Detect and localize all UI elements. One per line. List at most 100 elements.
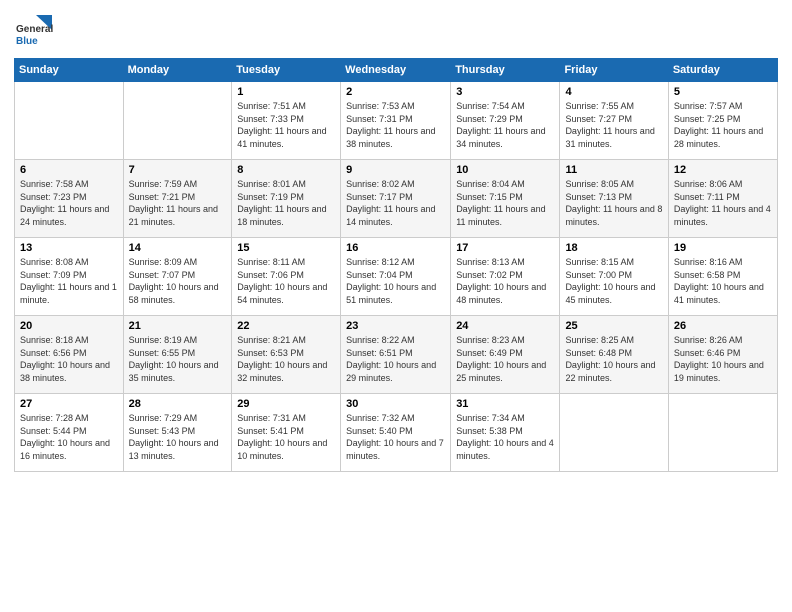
day-info: Sunrise: 8:05 AM Sunset: 7:13 PM Dayligh… (565, 178, 662, 228)
calendar-cell: 10 Sunrise: 8:04 AM Sunset: 7:15 PM Dayli… (451, 160, 560, 238)
calendar-cell: 21 Sunrise: 8:19 AM Sunset: 6:55 PM Dayli… (123, 316, 232, 394)
calendar-cell: 16Sunrise: 8:12 AM Sunset: 7:04 PM Dayli… (341, 238, 451, 316)
calendar-cell: 14 Sunrise: 8:09 AM Sunset: 7:07 PM Dayli… (123, 238, 232, 316)
calendar-cell: 17 Sunrise: 8:13 AM Sunset: 7:02 PM Dayli… (451, 238, 560, 316)
day-info: Sunrise: 7:32 AM Sunset: 5:40 PM Dayligh… (346, 412, 445, 462)
calendar-cell (15, 82, 124, 160)
calendar-cell: 28Sunrise: 7:29 AM Sunset: 5:43 PM Dayli… (123, 394, 232, 472)
day-info: Sunrise: 8:02 AM Sunset: 7:17 PM Dayligh… (346, 178, 445, 228)
calendar-cell: 20 Sunrise: 8:18 AM Sunset: 6:56 PM Dayli… (15, 316, 124, 394)
day-info: Sunrise: 8:12 AM Sunset: 7:04 PM Dayligh… (346, 256, 445, 306)
weekday-header: Wednesday (341, 59, 451, 82)
day-number: 25 (565, 320, 662, 332)
day-number: 7 (129, 164, 227, 176)
day-info: Sunrise: 7:59 AM Sunset: 7:21 PM Dayligh… (129, 178, 227, 228)
day-info: Sunrise: 8:04 AM Sunset: 7:15 PM Dayligh… (456, 178, 554, 228)
day-info: Sunrise: 7:57 AM Sunset: 7:25 PM Dayligh… (674, 100, 772, 150)
calendar-cell: 11 Sunrise: 8:05 AM Sunset: 7:13 PM Dayli… (560, 160, 668, 238)
day-number: 26 (674, 320, 772, 332)
svg-text:General: General (16, 24, 53, 35)
calendar-cell (560, 394, 668, 472)
day-info: Sunrise: 8:22 AM Sunset: 6:51 PM Dayligh… (346, 334, 445, 384)
day-info: Sunrise: 8:21 AM Sunset: 6:53 PM Dayligh… (237, 334, 335, 384)
calendar-cell: 3 Sunrise: 7:54 AM Sunset: 7:29 PM Daylig… (451, 82, 560, 160)
day-number: 6 (20, 164, 118, 176)
calendar-cell (668, 394, 777, 472)
day-info: Sunrise: 7:53 AM Sunset: 7:31 PM Dayligh… (346, 100, 445, 150)
weekday-header: Sunday (15, 59, 124, 82)
calendar-cell: 27 Sunrise: 7:28 AM Sunset: 5:44 PM Dayli… (15, 394, 124, 472)
svg-text:Blue: Blue (16, 36, 38, 47)
calendar-cell: 29 Sunrise: 7:31 AM Sunset: 5:41 PM Dayli… (232, 394, 341, 472)
calendar-cell: 15 Sunrise: 8:11 AM Sunset: 7:06 PM Dayli… (232, 238, 341, 316)
calendar-cell (123, 82, 232, 160)
calendar-cell: 2 Sunrise: 7:53 AM Sunset: 7:31 PM Daylig… (341, 82, 451, 160)
day-info: Sunrise: 8:15 AM Sunset: 7:00 PM Dayligh… (565, 256, 662, 306)
day-info: Sunrise: 7:51 AM Sunset: 7:33 PM Dayligh… (237, 100, 335, 150)
day-number: 4 (565, 86, 662, 98)
day-number: 20 (20, 320, 118, 332)
day-number: 14 (129, 242, 227, 254)
calendar-cell: 31 Sunrise: 7:34 AM Sunset: 5:38 PM Dayli… (451, 394, 560, 472)
day-info: Sunrise: 8:25 AM Sunset: 6:48 PM Dayligh… (565, 334, 662, 384)
weekday-header: Saturday (668, 59, 777, 82)
day-number: 13 (20, 242, 118, 254)
calendar-cell: 24Sunrise: 8:23 AM Sunset: 6:49 PM Dayli… (451, 316, 560, 394)
calendar-cell: 12 Sunrise: 8:06 AM Sunset: 7:11 PM Dayli… (668, 160, 777, 238)
calendar-cell: 30 Sunrise: 7:32 AM Sunset: 5:40 PM Dayli… (341, 394, 451, 472)
day-info: Sunrise: 8:08 AM Sunset: 7:09 PM Dayligh… (20, 256, 118, 306)
calendar-cell: 1 Sunrise: 7:51 AM Sunset: 7:33 PM Daylig… (232, 82, 341, 160)
day-number: 23 (346, 320, 445, 332)
day-info: Sunrise: 8:11 AM Sunset: 7:06 PM Dayligh… (237, 256, 335, 306)
day-number: 15 (237, 242, 335, 254)
day-info: Sunrise: 8:16 AM Sunset: 6:58 PM Dayligh… (674, 256, 772, 306)
day-number: 11 (565, 164, 662, 176)
day-number: 12 (674, 164, 772, 176)
day-info: Sunrise: 8:09 AM Sunset: 7:07 PM Dayligh… (129, 256, 227, 306)
page: GeneralBlue SundayMondayTuesdayWednesday… (0, 0, 792, 612)
day-number: 3 (456, 86, 554, 98)
calendar-cell: 4Sunrise: 7:55 AM Sunset: 7:27 PM Daylig… (560, 82, 668, 160)
day-number: 1 (237, 86, 335, 98)
day-info: Sunrise: 7:54 AM Sunset: 7:29 PM Dayligh… (456, 100, 554, 150)
calendar-cell: 8 Sunrise: 8:01 AM Sunset: 7:19 PM Daylig… (232, 160, 341, 238)
calendar-cell: 9 Sunrise: 8:02 AM Sunset: 7:17 PM Daylig… (341, 160, 451, 238)
day-number: 30 (346, 398, 445, 410)
day-number: 8 (237, 164, 335, 176)
logo: GeneralBlue (14, 10, 54, 50)
day-info: Sunrise: 7:31 AM Sunset: 5:41 PM Dayligh… (237, 412, 335, 462)
calendar-cell: 23 Sunrise: 8:22 AM Sunset: 6:51 PM Dayli… (341, 316, 451, 394)
day-info: Sunrise: 7:29 AM Sunset: 5:43 PM Dayligh… (129, 412, 227, 462)
day-number: 18 (565, 242, 662, 254)
calendar-cell: 13 Sunrise: 8:08 AM Sunset: 7:09 PM Dayli… (15, 238, 124, 316)
calendar-cell: 7 Sunrise: 7:59 AM Sunset: 7:21 PM Daylig… (123, 160, 232, 238)
day-number: 9 (346, 164, 445, 176)
calendar-table: SundayMondayTuesdayWednesdayThursdayFrid… (14, 58, 778, 472)
day-number: 24 (456, 320, 554, 332)
day-number: 19 (674, 242, 772, 254)
day-number: 31 (456, 398, 554, 410)
calendar-cell: 22 Sunrise: 8:21 AM Sunset: 6:53 PM Dayli… (232, 316, 341, 394)
calendar-cell: 19 Sunrise: 8:16 AM Sunset: 6:58 PM Dayli… (668, 238, 777, 316)
day-info: Sunrise: 8:06 AM Sunset: 7:11 PM Dayligh… (674, 178, 772, 228)
day-info: Sunrise: 7:28 AM Sunset: 5:44 PM Dayligh… (20, 412, 118, 462)
logo-icon: GeneralBlue (14, 10, 54, 50)
calendar-cell: 6Sunrise: 7:58 AM Sunset: 7:23 PM Daylig… (15, 160, 124, 238)
day-number: 10 (456, 164, 554, 176)
day-info: Sunrise: 8:13 AM Sunset: 7:02 PM Dayligh… (456, 256, 554, 306)
calendar-cell: 26 Sunrise: 8:26 AM Sunset: 6:46 PM Dayli… (668, 316, 777, 394)
day-info: Sunrise: 8:01 AM Sunset: 7:19 PM Dayligh… (237, 178, 335, 228)
day-info: Sunrise: 8:19 AM Sunset: 6:55 PM Dayligh… (129, 334, 227, 384)
weekday-header: Tuesday (232, 59, 341, 82)
weekday-header: Monday (123, 59, 232, 82)
day-number: 22 (237, 320, 335, 332)
calendar-cell: 5Sunrise: 7:57 AM Sunset: 7:25 PM Daylig… (668, 82, 777, 160)
day-number: 21 (129, 320, 227, 332)
day-number: 29 (237, 398, 335, 410)
day-info: Sunrise: 8:18 AM Sunset: 6:56 PM Dayligh… (20, 334, 118, 384)
day-number: 27 (20, 398, 118, 410)
day-number: 2 (346, 86, 445, 98)
day-info: Sunrise: 8:26 AM Sunset: 6:46 PM Dayligh… (674, 334, 772, 384)
day-number: 17 (456, 242, 554, 254)
day-info: Sunrise: 7:34 AM Sunset: 5:38 PM Dayligh… (456, 412, 554, 462)
